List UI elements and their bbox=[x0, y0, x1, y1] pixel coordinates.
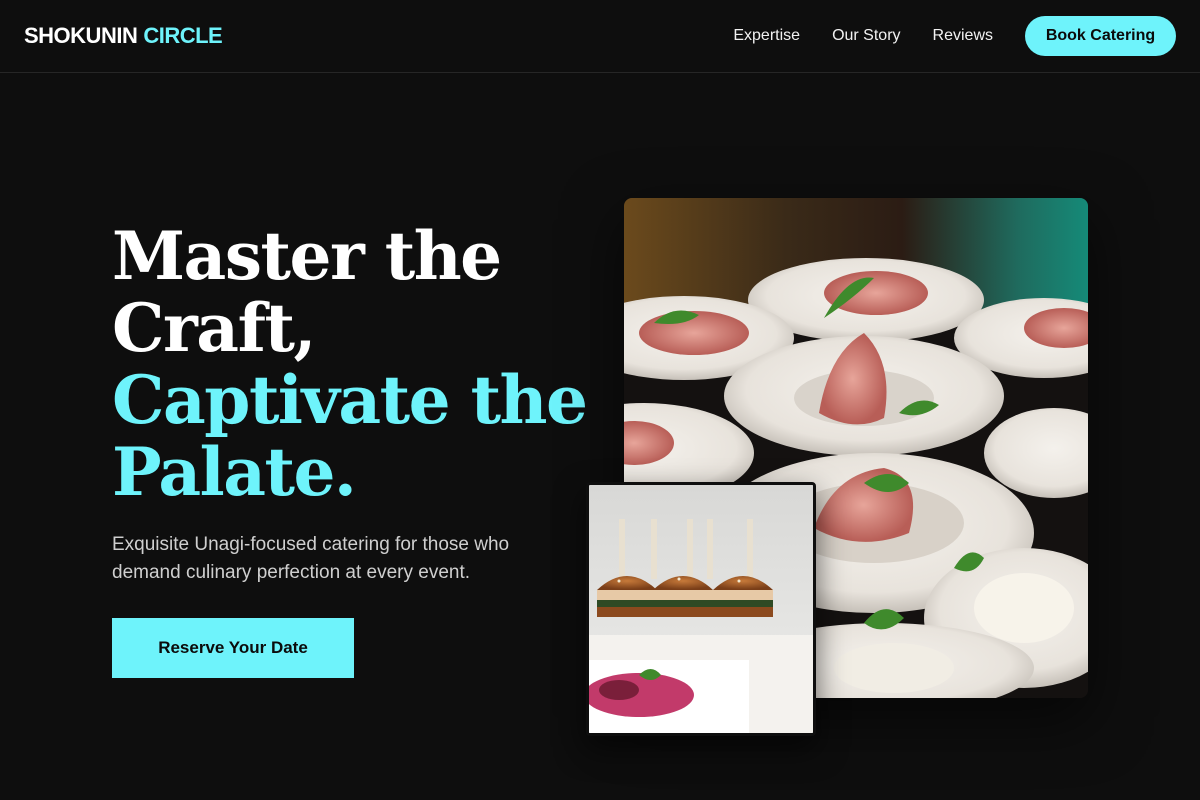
top-navigation: SHOKUNIN CIRCLE Expertise Our Story Revi… bbox=[0, 0, 1200, 73]
brand-name-primary: SHOKUNIN bbox=[24, 23, 138, 48]
hero-title-line-2: Craft, bbox=[112, 289, 316, 367]
reserve-date-button[interactable]: Reserve Your Date bbox=[112, 618, 354, 678]
hero-image-sliders bbox=[586, 482, 816, 736]
hero-title-line-1: Master the bbox=[112, 217, 502, 295]
hero-subtitle: Exquisite Unagi-focused catering for tho… bbox=[112, 534, 510, 583]
nav-link-reviews[interactable]: Reviews bbox=[933, 27, 993, 45]
brand-logo[interactable]: SHOKUNIN CIRCLE bbox=[24, 23, 223, 49]
hero-title: Master the Craft, Captivate the Palate. bbox=[112, 220, 592, 508]
hero-title-line-3: Captivate the bbox=[112, 361, 588, 439]
book-catering-button[interactable]: Book Catering bbox=[1025, 16, 1176, 56]
hero-title-line-4: Palate. bbox=[112, 433, 357, 511]
nav-links: Expertise Our Story Reviews Book Caterin… bbox=[733, 16, 1176, 56]
nav-link-expertise[interactable]: Expertise bbox=[733, 27, 800, 45]
nav-link-our-story[interactable]: Our Story bbox=[832, 27, 900, 45]
brand-name-accent: CIRCLE bbox=[143, 23, 223, 48]
